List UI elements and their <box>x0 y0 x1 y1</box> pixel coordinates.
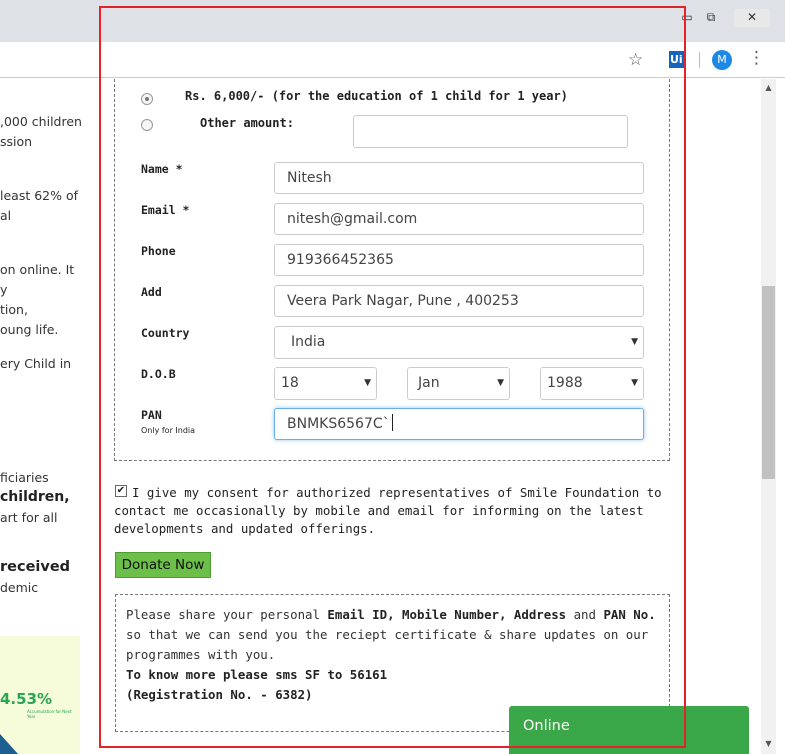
amount-radio-other[interactable] <box>141 119 153 131</box>
dob-year-value: 1988 <box>547 375 583 391</box>
bg-text-line: demic <box>0 580 39 595</box>
other-amount-input[interactable] <box>353 115 628 148</box>
bg-text-line: received <box>0 559 71 575</box>
info-paragraph: Please share your personal Email ID, Mob… <box>126 605 656 665</box>
bg-text-line: y <box>0 282 8 297</box>
bg-text-line: on online. It <box>0 262 75 277</box>
bg-text-line: art for all <box>0 510 58 525</box>
address-label: Add <box>141 285 162 299</box>
bg-text-line: ficiaries <box>0 470 49 485</box>
menu-icon[interactable]: ⋮ <box>748 48 765 68</box>
info-text-bold: PAN No. <box>603 607 656 622</box>
dob-year-select[interactable]: 1988 ▼ <box>540 367 644 400</box>
chevron-down-icon: ▼ <box>364 378 371 388</box>
email-label: Email * <box>141 203 190 217</box>
name-input[interactable]: Nitesh <box>274 162 644 194</box>
registration-info: (Registration No. - 6382) <box>126 687 313 702</box>
name-label: Name * <box>141 162 183 176</box>
bg-text-line: ery Child in <box>0 356 72 371</box>
chevron-down-icon: ▼ <box>631 378 638 388</box>
sms-info: To know more please sms SF to 56161 <box>126 667 388 682</box>
promo-corner-shape <box>0 734 18 754</box>
profile-avatar[interactable]: M <box>712 50 732 70</box>
phone-label: Phone <box>141 244 176 258</box>
dob-day-select[interactable]: 18 ▼ <box>274 367 377 400</box>
address-input[interactable]: Veera Park Nagar, Pune , 400253 <box>274 285 644 317</box>
bg-text-line: least 62% of <box>0 188 79 203</box>
pan-sublabel: Only for India <box>141 426 196 435</box>
promo-subtext: Accumulation for Next Year <box>27 709 72 719</box>
browser-titlebar: ▭ ⧉ ✕ <box>0 0 785 42</box>
pan-input[interactable]: BNMKS6567C` <box>274 408 644 440</box>
bg-text-line: al <box>0 208 12 223</box>
dob-month-value: Jan <box>418 375 440 391</box>
bg-text-line: oung life. <box>0 322 59 337</box>
bg-text-line: ssion <box>0 134 33 149</box>
toolbar-divider <box>699 52 700 68</box>
star-icon[interactable]: ☆ <box>628 50 643 70</box>
info-text-bold: Email ID, Mobile Number, Address <box>327 607 567 622</box>
scrollbar-thumb[interactable] <box>762 286 775 479</box>
consent-checkbox[interactable]: ✔ <box>115 485 127 497</box>
bg-text-line: children, <box>0 489 70 505</box>
bg-text-line: tion, <box>0 302 28 317</box>
page-scrollbar[interactable]: ▲ ▼ <box>761 79 776 754</box>
amount-label-other: Other amount: <box>200 116 294 130</box>
country-label: Country <box>141 326 190 340</box>
consent-text: I give my consent for authorized represe… <box>114 485 662 536</box>
phone-input[interactable]: 919366452365 <box>274 244 644 276</box>
country-select[interactable]: India ▼ <box>274 326 644 359</box>
browser-toolbar: ☆ Ui M ⋮ <box>0 42 785 78</box>
info-text-part: and <box>566 607 604 622</box>
restore-button[interactable]: ⧉ <box>698 9 724 27</box>
extension-icon[interactable]: Ui <box>669 51 686 68</box>
close-window-button[interactable]: ✕ <box>734 9 770 27</box>
country-value: India <box>291 334 326 350</box>
scroll-down-icon[interactable]: ▼ <box>761 739 776 748</box>
chevron-down-icon: ▼ <box>497 378 504 388</box>
amount-radio-6000[interactable] <box>141 93 153 105</box>
amount-label-6000: Rs. 6,000/- (for the education of 1 chil… <box>185 89 568 103</box>
dob-day-value: 18 <box>281 375 299 391</box>
text-caret <box>391 414 393 431</box>
chevron-down-icon: ▼ <box>631 337 638 347</box>
promo-percent: 4.53% <box>0 690 53 708</box>
dob-label: D.O.B <box>141 367 176 381</box>
bg-text-line: ,000 children <box>0 114 82 129</box>
pan-label: PAN <box>141 408 162 422</box>
email-input[interactable]: nitesh@gmail.com <box>274 203 644 235</box>
promo-banner[interactable]: 4.53% Accumulation for Next Year <box>0 636 80 754</box>
scroll-up-icon[interactable]: ▲ <box>761 83 776 92</box>
minimize-button[interactable]: ▭ <box>674 9 700 27</box>
pan-value: BNMKS6567C` <box>287 416 390 432</box>
dob-month-select[interactable]: Jan ▼ <box>407 367 510 400</box>
info-text-part: so that we can send you the reciept cert… <box>126 627 649 662</box>
donate-now-button[interactable]: Donate Now <box>115 552 211 578</box>
info-text-part: Please share your personal <box>126 607 328 622</box>
online-chat-button[interactable]: Online <box>509 706 749 754</box>
